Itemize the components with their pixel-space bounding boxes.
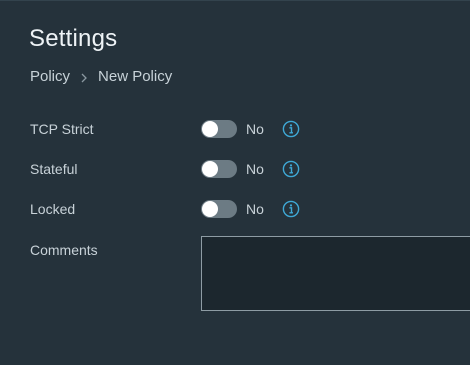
info-icon[interactable] [282,200,300,218]
chevron-right-icon [79,71,89,83]
top-divider [0,0,470,1]
stateful-toggle[interactable] [201,160,237,178]
info-icon[interactable] [282,120,300,138]
setting-row-locked: Locked No [0,198,470,222]
locked-value: No [246,201,264,217]
breadcrumb: Policy New Policy [30,68,172,85]
tcp-strict-value: No [246,121,264,137]
comments-label: Comments [30,242,98,258]
tcp-strict-toggle[interactable] [201,120,237,138]
breadcrumb-policy-link[interactable]: Policy [30,68,70,85]
breadcrumb-current: New Policy [98,68,173,85]
toggle-knob [202,201,218,217]
locked-label: Locked [30,201,76,217]
stateful-label: Stateful [30,161,78,177]
setting-row-tcp-strict: TCP Strict No [0,118,470,142]
comments-textarea[interactable] [201,236,470,311]
toggle-knob [202,161,218,177]
stateful-value: No [246,161,264,177]
setting-row-stateful: Stateful No [0,158,470,182]
info-icon[interactable] [282,160,300,178]
page-title: Settings [29,25,118,52]
locked-toggle[interactable] [201,200,237,218]
tcp-strict-label: TCP Strict [30,121,94,137]
toggle-knob [202,121,218,137]
